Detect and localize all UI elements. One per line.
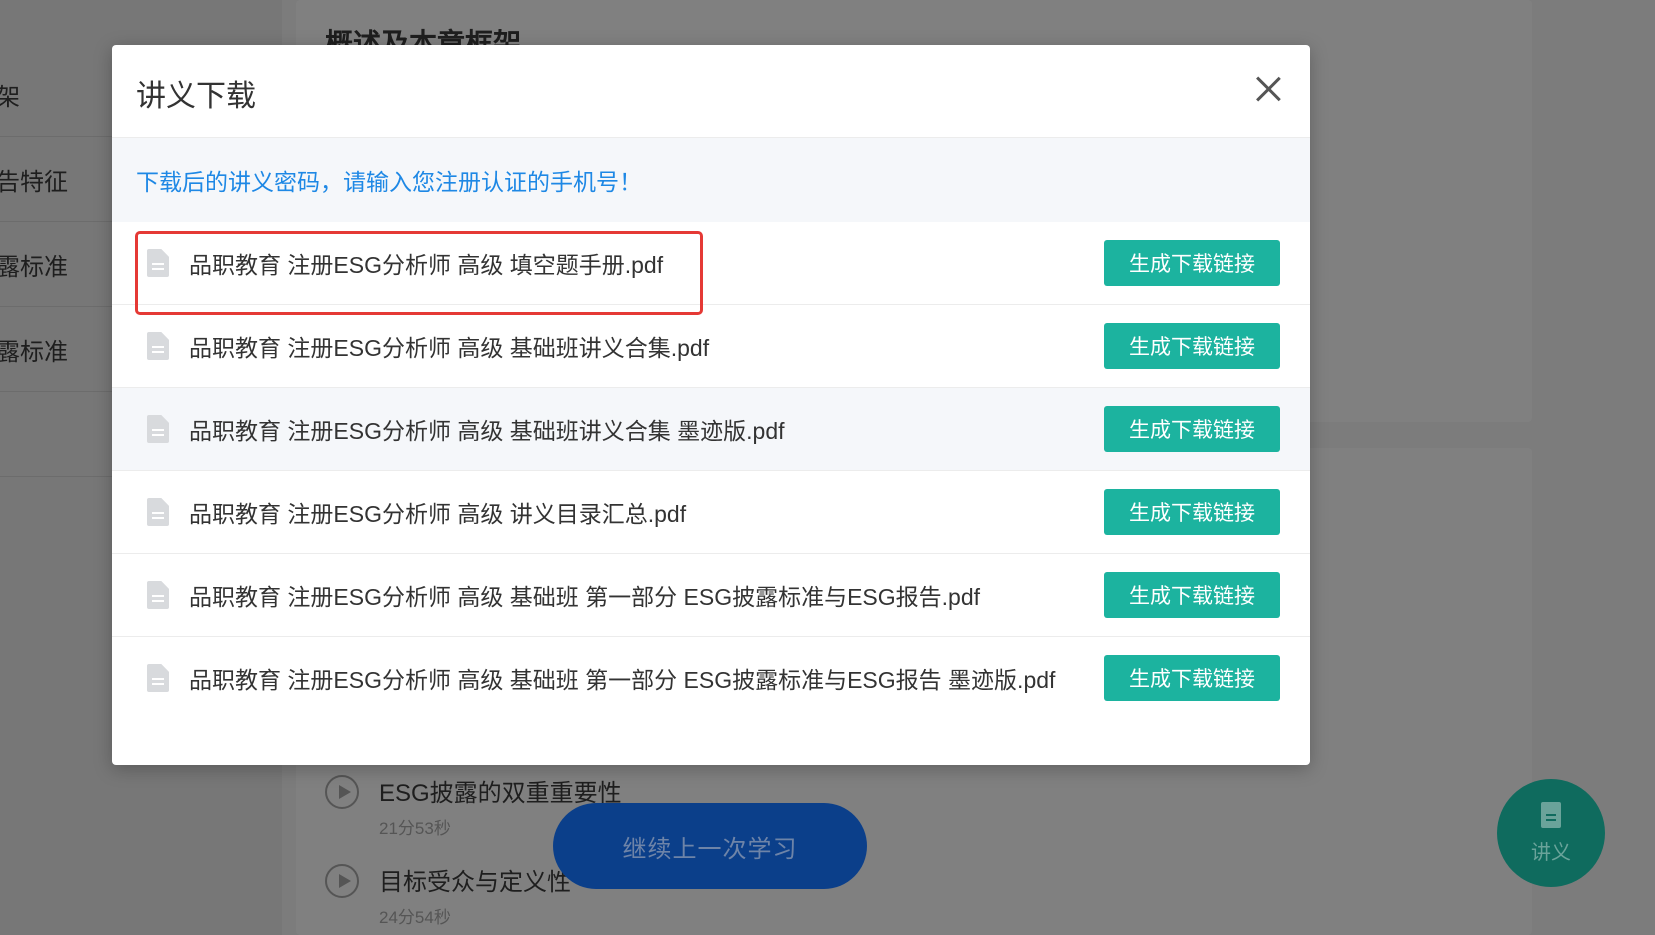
- lesson-title: ESG披露的双重重要性: [379, 780, 622, 807]
- file-name: 品职教育 注册ESG分析师 高级 基础班 第一部分 ESG披露标准与ESG报告.…: [189, 584, 981, 610]
- close-icon[interactable]: [1254, 75, 1282, 103]
- file-icon: [147, 332, 169, 360]
- file-row: 品职教育 注册ESG分析师 高级 基础班讲义合集.pdf 生成下载链接: [112, 305, 1310, 388]
- play-icon[interactable]: [325, 864, 359, 898]
- generate-link-button[interactable]: 生成下载链接: [1104, 572, 1280, 618]
- document-icon: [1541, 801, 1561, 828]
- generate-link-button[interactable]: 生成下载链接: [1104, 655, 1280, 701]
- file-icon: [147, 664, 169, 692]
- continue-learning-button[interactable]: 继续上一次学习: [553, 803, 867, 889]
- lesson-title: 目标受众与定义性: [379, 869, 571, 896]
- file-row: 品职教育 注册ESG分析师 高级 基础班讲义合集 墨迹版.pdf 生成下载链接: [112, 388, 1310, 471]
- file-icon: [147, 498, 169, 526]
- generate-link-button[interactable]: 生成下载链接: [1104, 406, 1280, 452]
- file-row: 品职教育 注册ESG分析师 高级 基础班 第一部分 ESG披露标准与ESG报告.…: [112, 554, 1310, 637]
- file-name: 品职教育 注册ESG分析师 高级 讲义目录汇总.pdf: [189, 501, 687, 527]
- file-row: 品职教育 注册ESG分析师 高级 基础班 第一部分 ESG披露标准与ESG报告 …: [112, 637, 1310, 719]
- file-icon: [147, 249, 169, 277]
- lesson-duration: 24分54秒: [379, 908, 451, 927]
- generate-link-button[interactable]: 生成下载链接: [1104, 240, 1280, 286]
- modal-header: 讲义下载: [112, 45, 1310, 138]
- file-name: 品职教育 注册ESG分析师 高级 基础班讲义合集.pdf: [189, 335, 710, 361]
- generate-link-button[interactable]: 生成下载链接: [1104, 489, 1280, 535]
- notes-fab-label: 讲义: [1531, 841, 1571, 864]
- play-icon[interactable]: [325, 775, 359, 809]
- file-icon: [147, 581, 169, 609]
- file-list: 品职教育 注册ESG分析师 高级 填空题手册.pdf 生成下载链接 品职教育 注…: [112, 222, 1310, 719]
- download-modal: 讲义下载 下载后的讲义密码，请输入您注册认证的手机号！ 品职教育 注册ESG分析…: [112, 45, 1310, 765]
- lesson-item[interactable]: 目标受众与定义性 24分54秒: [325, 862, 571, 928]
- modal-title: 讲义下载: [136, 80, 256, 113]
- notes-fab-button[interactable]: 讲义: [1497, 779, 1605, 887]
- password-notice: 下载后的讲义密码，请输入您注册认证的手机号！: [112, 138, 1310, 222]
- generate-link-button[interactable]: 生成下载链接: [1104, 323, 1280, 369]
- file-icon: [147, 415, 169, 443]
- file-name: 品职教育 注册ESG分析师 高级 填空题手册.pdf: [189, 252, 664, 278]
- file-row: 品职教育 注册ESG分析师 高级 讲义目录汇总.pdf 生成下载链接: [112, 471, 1310, 554]
- file-name: 品职教育 注册ESG分析师 高级 基础班讲义合集 墨迹版.pdf: [189, 418, 785, 444]
- file-row: 品职教育 注册ESG分析师 高级 填空题手册.pdf 生成下载链接: [112, 222, 1310, 305]
- file-name: 品职教育 注册ESG分析师 高级 基础班 第一部分 ESG披露标准与ESG报告 …: [189, 667, 1056, 693]
